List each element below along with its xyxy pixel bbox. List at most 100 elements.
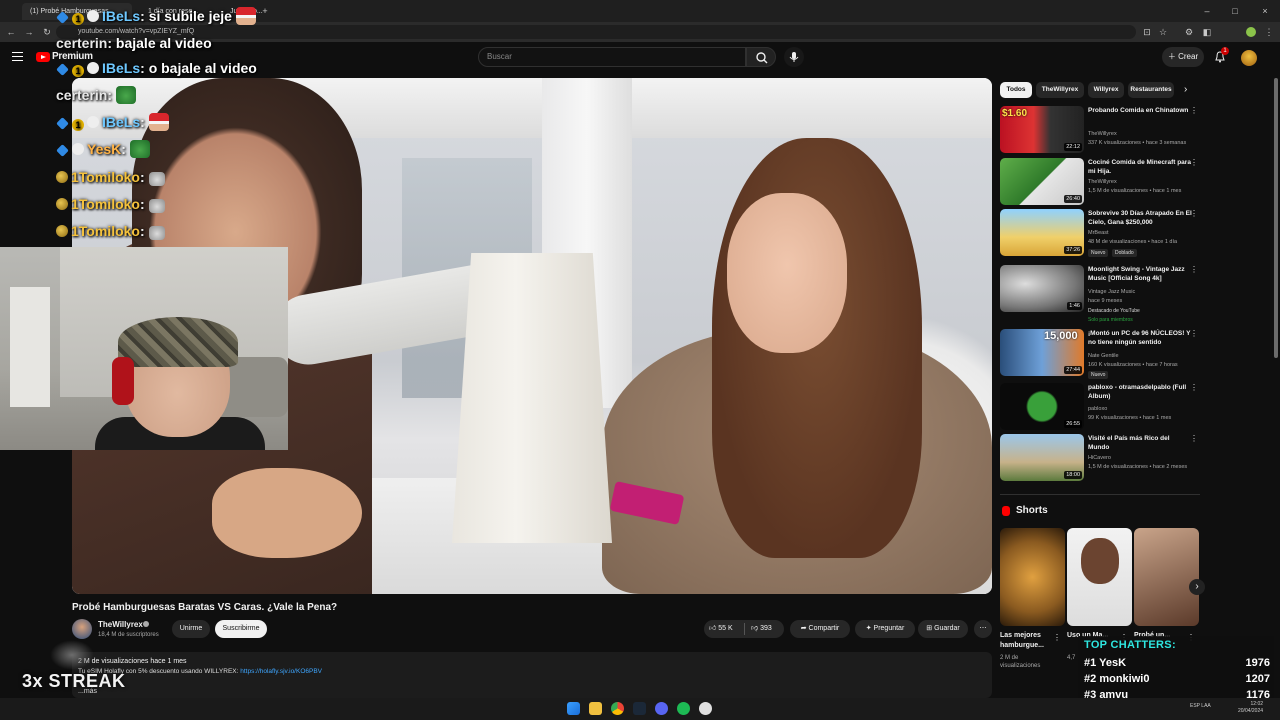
- extension-icon[interactable]: ⚙: [1184, 27, 1194, 37]
- new-tab-icon[interactable]: +: [260, 6, 270, 16]
- short-thumbnail[interactable]: [1067, 528, 1132, 626]
- description-link[interactable]: https://holafly.sjv.io/KO6PBV: [240, 668, 322, 675]
- video-thumbnail[interactable]: 37:26: [1000, 209, 1084, 256]
- chip-willyrex[interactable]: Willyrex: [1088, 82, 1124, 98]
- recommended-video[interactable]: 26:55 pabloxo - otramasdelpablo (Full Al…: [1000, 383, 1200, 433]
- video-thumbnail[interactable]: $1.60 22:12: [1000, 106, 1084, 153]
- page-scrollbar[interactable]: [1274, 78, 1278, 358]
- recommended-video[interactable]: 37:26 Sobrevive 30 Días Atrapado En El C…: [1000, 209, 1200, 259]
- menu-dots-icon[interactable]: ⋮: [1264, 27, 1274, 37]
- create-button[interactable]: ＋ Crear: [1162, 47, 1204, 67]
- youtube-logo-icon[interactable]: [36, 52, 50, 62]
- hamburger-menu-icon[interactable]: [12, 52, 23, 61]
- like-button[interactable]: 👍︎ 55 K: [709, 620, 733, 638]
- video-scene-hand: [212, 468, 362, 558]
- shorts-heading: Shorts: [1016, 505, 1048, 516]
- more-vert-icon[interactable]: ⋮: [1053, 633, 1061, 642]
- chrome-icon[interactable]: [611, 702, 624, 715]
- streamer-webcam: [0, 247, 288, 450]
- account-avatar[interactable]: [1241, 50, 1257, 66]
- video-thumbnail[interactable]: 1:46: [1000, 265, 1084, 312]
- ask-label: Preguntar: [873, 625, 905, 632]
- shorts-next-chevron-icon[interactable]: ›: [1189, 579, 1205, 595]
- bookmark-star-icon[interactable]: ☆: [1158, 27, 1168, 37]
- puzzle-icon[interactable]: ◧: [1202, 27, 1212, 37]
- chat-text: si subile jeje: [148, 8, 232, 24]
- video-title: Cociné Comida de Minecraft para mi Hija.: [1088, 159, 1191, 175]
- more-vert-icon[interactable]: ⋮: [1190, 329, 1198, 338]
- join-button[interactable]: Unirme: [172, 620, 210, 638]
- share-button[interactable]: ➦ Compartir: [790, 620, 850, 638]
- minimize-icon[interactable]: –: [1202, 6, 1212, 16]
- windows-start-icon[interactable]: [567, 702, 580, 715]
- reload-icon[interactable]: ↻: [42, 27, 52, 37]
- channel-name: TheWillyrex: [1088, 131, 1117, 137]
- channel-name[interactable]: TheWillyrex: [98, 620, 143, 629]
- more-vert-icon[interactable]: ⋮: [1190, 106, 1198, 115]
- video-title: Probando Comida en Chinatown: [1088, 107, 1189, 114]
- cat-emote-icon: [148, 226, 165, 240]
- short-thumbnail[interactable]: [1134, 528, 1199, 626]
- recommended-video[interactable]: $1.60 22:12 Probando Comida en Chinatown…: [1000, 106, 1200, 156]
- ask-button[interactable]: ✦ Preguntar: [855, 620, 915, 638]
- views-and-date: 2 M de visualizaciones hace 1 mes: [78, 658, 187, 665]
- video-thumbnail[interactable]: 15,000 27:44: [1000, 329, 1084, 376]
- video-thumbnail[interactable]: 18:00: [1000, 434, 1084, 481]
- maximize-icon[interactable]: □: [1230, 6, 1240, 16]
- recommended-video[interactable]: 18:00 Visité el País más Rico del Mundo …: [1000, 434, 1200, 484]
- steam-icon[interactable]: [633, 702, 646, 715]
- supporter-badge-icon: [72, 143, 84, 155]
- chat-text: bajale al video: [115, 35, 212, 51]
- more-vert-icon[interactable]: ⋮: [1190, 209, 1198, 218]
- more-vert-icon[interactable]: ⋮: [1190, 434, 1198, 443]
- chat-message: 1Tomiloko:: [56, 192, 165, 216]
- recommended-video[interactable]: 15,000 27:44 ¡Montó un PC de 96 NÚCLEOS!…: [1000, 329, 1200, 379]
- chip-thewillyrex[interactable]: TheWillyrex: [1036, 82, 1084, 98]
- chat-message: certerin: bajale al video: [56, 35, 212, 51]
- chat-message: 1Tomiloko:: [56, 219, 165, 243]
- profile-icon[interactable]: [1246, 27, 1256, 37]
- search-input[interactable]: Buscar: [478, 47, 746, 67]
- file-explorer-icon[interactable]: [589, 702, 602, 715]
- language-indicator[interactable]: ESP LAA: [1190, 703, 1211, 709]
- chip-restaurantes[interactable]: Restaurantes: [1128, 82, 1174, 98]
- obs-icon[interactable]: [699, 702, 712, 715]
- spotify-icon[interactable]: [677, 702, 690, 715]
- voice-search-button[interactable]: [784, 47, 804, 67]
- taskbar-clock[interactable]: 12:02 20/04/2024: [1238, 701, 1263, 715]
- recommended-video[interactable]: 1:46 Moonlight Swing - Vintage Jazz Musi…: [1000, 265, 1200, 323]
- thumbs-up-icon: 👍︎: [709, 625, 719, 632]
- more-vert-icon[interactable]: ⋮: [1190, 158, 1198, 167]
- more-vert-icon[interactable]: ⋮: [1190, 383, 1198, 392]
- chatter-name: YesK: [1099, 657, 1127, 669]
- channel-name: MrBeast: [1088, 230, 1109, 236]
- coin-badge-icon: [56, 225, 68, 237]
- save-button[interactable]: ⊞ Guardar: [918, 620, 968, 638]
- chevron-right-icon[interactable]: ›: [1184, 82, 1187, 98]
- search-button[interactable]: [746, 47, 776, 67]
- duration-badge: 18:00: [1064, 471, 1082, 479]
- chip-todos[interactable]: Todos: [1000, 82, 1032, 98]
- dislike-button[interactable]: 👎︎ 393: [751, 620, 772, 638]
- video-thumbnail[interactable]: 26:40: [1000, 158, 1084, 205]
- webcam-shelf: [10, 287, 50, 407]
- new-badge: Nuevo: [1088, 249, 1109, 257]
- chat-username: IBeLs: [102, 60, 141, 76]
- more-vert-icon[interactable]: ⋮: [1190, 265, 1198, 274]
- back-icon[interactable]: ←: [6, 27, 16, 37]
- description-box[interactable]: [72, 652, 992, 698]
- install-icon[interactable]: ⊡: [1142, 27, 1152, 37]
- discord-icon[interactable]: [655, 702, 668, 715]
- recommended-video[interactable]: 26:40 Cociné Comida de Minecraft para mi…: [1000, 158, 1200, 208]
- video-thumbnail[interactable]: 26:55: [1000, 383, 1084, 430]
- short-thumbnail[interactable]: [1000, 528, 1065, 626]
- forward-icon[interactable]: →: [24, 27, 34, 37]
- moderator-badge-icon: [56, 117, 69, 130]
- duration-badge: 27:44: [1064, 366, 1082, 374]
- more-actions-button[interactable]: ⋯: [974, 620, 992, 638]
- duration-badge: 22:12: [1064, 143, 1082, 151]
- close-window-icon[interactable]: ×: [1260, 6, 1270, 16]
- shorts-icon: [1002, 506, 1010, 516]
- subscribe-button[interactable]: Suscribirme: [215, 620, 267, 638]
- channel-avatar[interactable]: [72, 619, 92, 639]
